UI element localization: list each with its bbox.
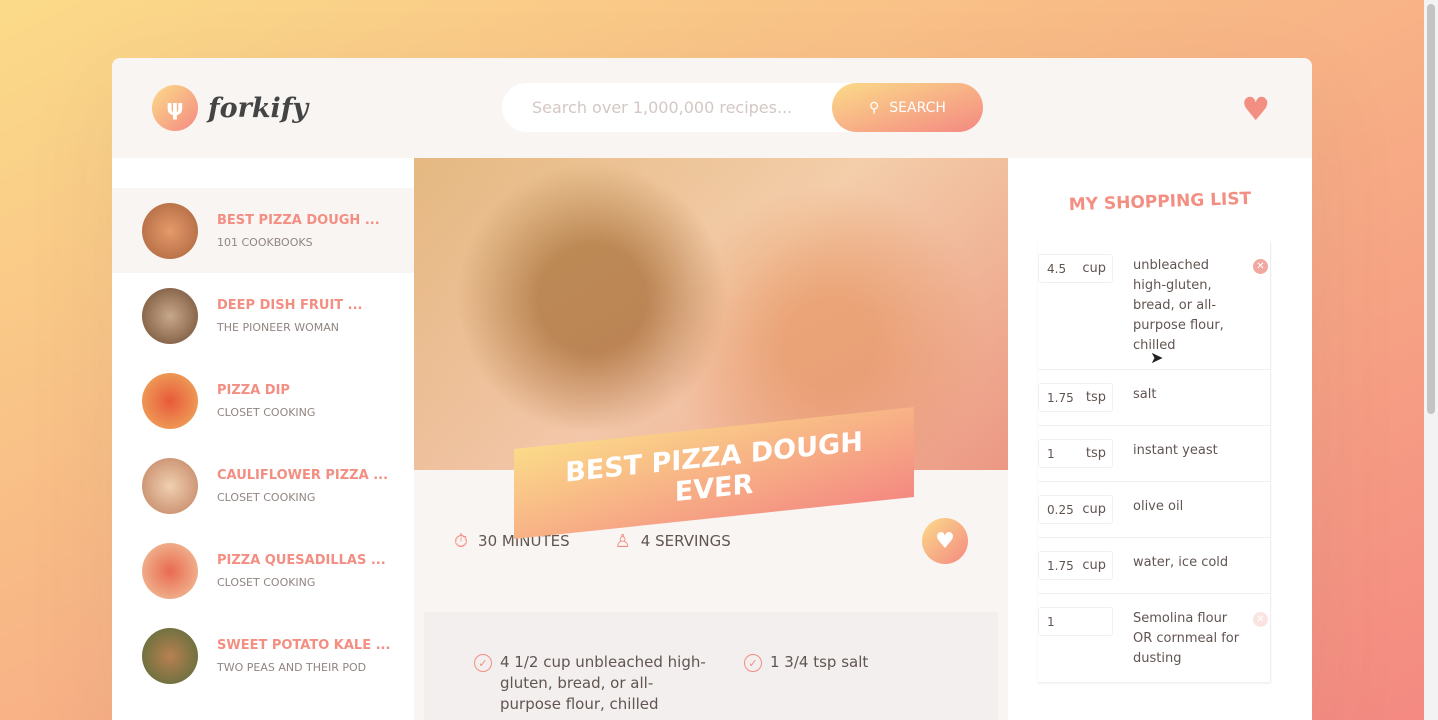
recipe-thumbnail — [142, 457, 198, 514]
shopping-list-title: My Shopping List — [1068, 188, 1252, 216]
shopping-item: tsp instant yeast — [1038, 426, 1270, 482]
result-item[interactable]: Pizza Dip Closet Cooking — [112, 358, 414, 443]
result-title: Pizza Dip — [217, 382, 290, 398]
header: ψ forkify ⚲ Search ♥ — [112, 58, 1312, 158]
result-item[interactable]: Pizza Quesadillas ... Closet Cooking — [112, 528, 414, 613]
item-description: unbleached high-gluten, bread, or all-pu… — [1133, 258, 1224, 353]
count-input[interactable] — [1047, 558, 1077, 573]
result-publisher: Closet Cooking — [217, 490, 316, 504]
logo[interactable]: ψ forkify — [152, 85, 308, 131]
search-button-label: Search — [889, 99, 946, 116]
count-input[interactable] — [1047, 614, 1077, 629]
count-input[interactable] — [1047, 502, 1077, 517]
result-item[interactable]: Cauliflower Pizza ... Closet Cooking — [112, 443, 414, 528]
bookmarks-heart-icon[interactable]: ♥ — [1241, 90, 1270, 128]
search-button[interactable]: ⚲ Search — [832, 83, 983, 132]
unit: cup — [1082, 558, 1106, 573]
ingredient-text: 1 3/4 tsp salt — [770, 653, 869, 671]
count-input[interactable] — [1047, 390, 1077, 405]
count-input[interactable] — [1047, 261, 1077, 276]
recipe-image — [414, 158, 1008, 470]
unit: cup — [1082, 502, 1106, 517]
recipe-panel: Best Pizza Dough Ever ⏱ 30 minutes ♙ 4 ser… — [414, 158, 1008, 720]
result-publisher: The Pioneer Woman — [217, 320, 340, 334]
unit: tsp — [1085, 446, 1106, 461]
app-container: ψ forkify ⚲ Search ♥ Best Pizza Dough ..… — [112, 58, 1312, 720]
unit: cup — [1082, 261, 1106, 276]
ingredient-item: ✓ 4 1/2 cup unbleached high-gluten, bread… — [474, 652, 714, 720]
shopping-item: cup water, ice cold — [1038, 538, 1270, 594]
delete-item-icon[interactable]: ✕ — [1253, 612, 1268, 627]
search-form: ⚲ Search — [502, 83, 983, 132]
heart-icon: ♥ — [935, 528, 955, 554]
item-description: Semolina flour OR cornmeal for dusting — [1133, 611, 1240, 666]
recipe-servings: 4 servings — [640, 532, 731, 550]
search-icon: ⚲ — [869, 99, 880, 116]
shopping-list: cup unbleached high-gluten, bread, or all… — [1038, 241, 1271, 683]
logo-text: forkify — [208, 92, 309, 124]
recipe-thumbnail — [142, 287, 198, 344]
result-title: Pizza Quesadillas ... — [217, 552, 386, 568]
result-publisher: Closet Cooking — [217, 575, 316, 589]
result-title: Cauliflower Pizza ... — [217, 467, 389, 483]
result-item[interactable]: Sweet Potato Kale ... Two Peas and Their … — [112, 613, 414, 698]
person-icon: ♙ — [614, 530, 631, 552]
result-item[interactable]: Deep Dish Fruit ... The Pioneer Woman — [112, 273, 414, 358]
check-icon: ✓ — [744, 654, 762, 672]
scrollbar-thumb[interactable] — [1427, 4, 1435, 414]
count-input[interactable] — [1047, 446, 1077, 461]
mouse-cursor-icon: ➤ — [1150, 348, 1164, 367]
unit: tsp — [1085, 390, 1106, 405]
bookmark-recipe-button[interactable]: ♥ — [922, 518, 968, 564]
check-icon: ✓ — [474, 654, 492, 672]
fork-spoon-icon: ψ — [152, 85, 198, 131]
delete-item-icon[interactable]: ✕ — [1253, 259, 1268, 274]
result-title: Sweet Potato Kale ... — [217, 637, 391, 653]
stopwatch-icon: ⏱ — [454, 530, 469, 552]
search-results: Best Pizza Dough ... 101 Cookbooks Deep D… — [112, 158, 414, 720]
recipe-thumbnail — [142, 372, 198, 429]
item-description: olive oil — [1133, 499, 1184, 514]
shopping-item: cup olive oil — [1038, 482, 1270, 538]
result-title: Deep Dish Fruit ... — [217, 297, 363, 313]
recipe-thumbnail — [142, 627, 198, 684]
result-title: Best Pizza Dough ... — [217, 212, 380, 228]
ingredient-text: 4 1/2 cup unbleached high-gluten, bread,… — [500, 653, 706, 713]
shopping-item: Semolina flour OR cornmeal for dusting ✕ — [1038, 594, 1270, 683]
result-item[interactable]: Best Pizza Dough ... 101 Cookbooks — [112, 188, 414, 273]
item-description: water, ice cold — [1133, 555, 1229, 570]
recipe-thumbnail — [142, 542, 198, 599]
recipe-thumbnail — [142, 202, 198, 259]
result-publisher: 101 Cookbooks — [217, 235, 313, 249]
ingredient-list: ✓ 4 1/2 cup unbleached high-gluten, bread… — [424, 612, 998, 720]
shopping-item: tsp salt — [1038, 370, 1270, 426]
result-publisher: Two Peas and Their Pod — [217, 660, 367, 674]
item-description: instant yeast — [1133, 443, 1218, 458]
item-description: salt — [1133, 387, 1157, 402]
page-scrollbar[interactable] — [1424, 0, 1438, 720]
shopping-list-panel: My Shopping List cup unbleached high-glut… — [1008, 158, 1312, 720]
search-input[interactable] — [532, 98, 822, 117]
ingredient-item: ✓ 1 3/4 tsp salt — [744, 652, 944, 720]
result-publisher: Closet Cooking — [217, 405, 316, 419]
